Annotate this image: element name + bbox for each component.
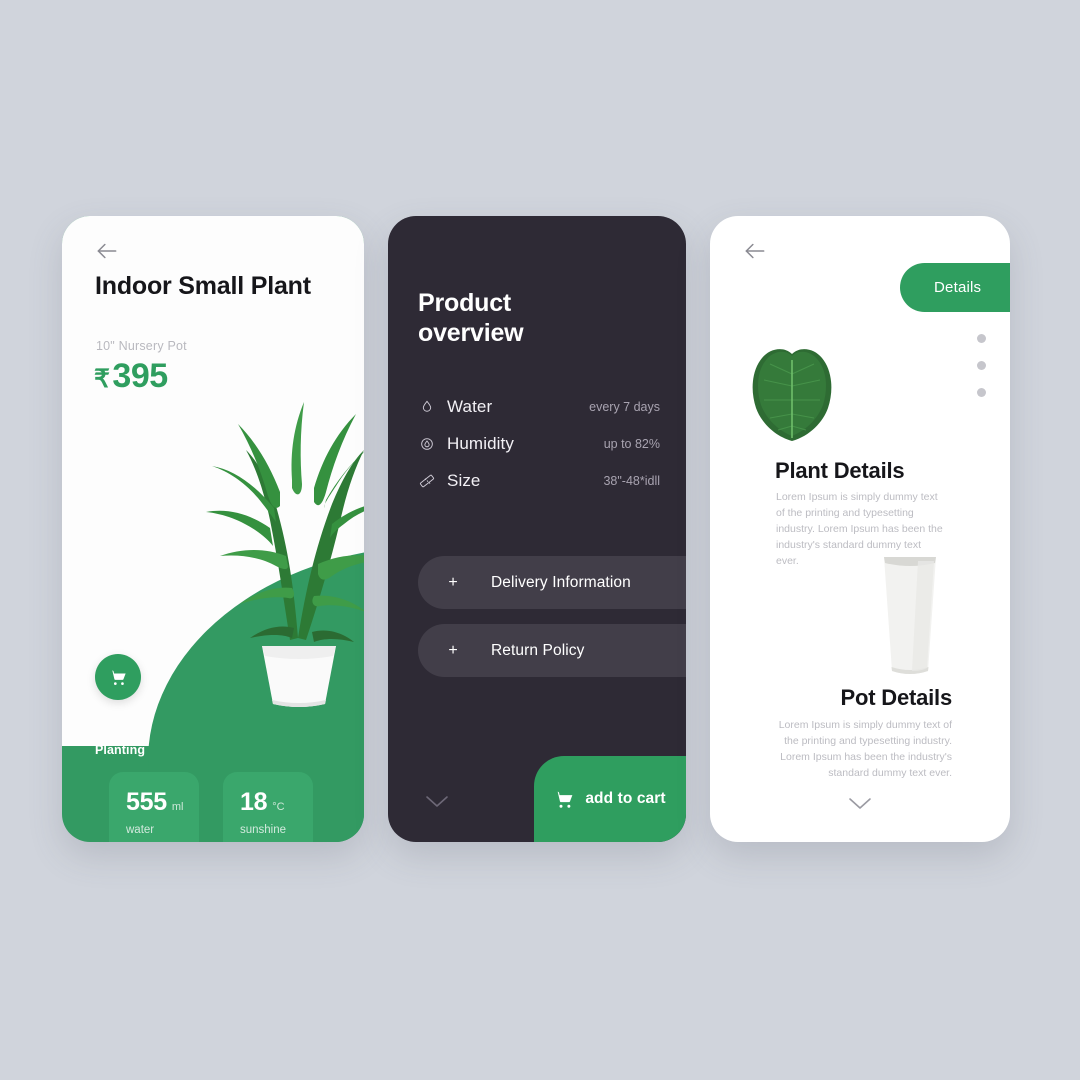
details-tab-label: Details bbox=[934, 279, 982, 296]
spec-value: 38"-48*idll bbox=[603, 473, 660, 488]
spec-row-humidity: Humidity up to 82% bbox=[417, 425, 660, 462]
spec-name: Size bbox=[447, 470, 481, 490]
product-title: Indoor Small Plant bbox=[95, 272, 311, 300]
stat-value-row: 18 °C bbox=[240, 788, 313, 817]
product-card: Indoor Small Plant 10" Nursery Pot ₹ 395 bbox=[62, 216, 364, 842]
currency-symbol: ₹ bbox=[94, 365, 110, 393]
add-to-cart-fab[interactable] bbox=[95, 654, 141, 700]
details-tab-button[interactable]: Details bbox=[900, 263, 1010, 312]
product-price: ₹ 395 bbox=[94, 357, 168, 396]
details-card: Details Plant Details Lorem Ipsum is sim… bbox=[710, 216, 1010, 842]
stat-value: 555 bbox=[126, 788, 167, 816]
humidity-icon bbox=[417, 434, 436, 453]
planting-stats: 555 ml water 18 °C sunshine bbox=[109, 772, 313, 842]
spec-value: up to 82% bbox=[603, 436, 660, 451]
plus-icon: + bbox=[448, 641, 458, 659]
pot-photo bbox=[884, 557, 936, 674]
leaf-photo bbox=[752, 349, 832, 441]
overview-card: Product overview Water every 7 days Humi… bbox=[388, 216, 686, 842]
water-drop-icon bbox=[417, 397, 436, 416]
stat-value-row: 555 ml bbox=[126, 788, 199, 817]
accordion-label: Delivery Information bbox=[491, 573, 631, 591]
pagination-dots[interactable] bbox=[977, 334, 986, 397]
spec-row-water: Water every 7 days bbox=[417, 388, 660, 425]
arrow-left-icon[interactable] bbox=[742, 238, 768, 264]
spec-list: Water every 7 days Humidity up to 82% Si… bbox=[417, 388, 660, 499]
overview-title: Product overview bbox=[418, 289, 524, 347]
add-to-cart-button[interactable]: add to cart bbox=[534, 756, 686, 842]
shopping-cart-icon bbox=[110, 669, 126, 685]
pot-details-body: Lorem Ipsum is simply dummy text of the … bbox=[778, 719, 952, 779]
chevron-down-icon[interactable] bbox=[423, 792, 451, 810]
mockup-canvas: Indoor Small Plant 10" Nursery Pot ₹ 395 bbox=[0, 0, 1080, 1080]
stat-value: 18 bbox=[240, 788, 268, 816]
pagination-dot[interactable] bbox=[977, 388, 986, 397]
price-value: 395 bbox=[112, 357, 168, 395]
stat-card-sunshine[interactable]: 18 °C sunshine bbox=[223, 772, 313, 842]
pagination-dot[interactable] bbox=[977, 334, 986, 343]
plant-details-heading: Plant Details bbox=[775, 458, 905, 483]
arrow-left-icon[interactable] bbox=[94, 238, 120, 264]
accordion-return-policy[interactable]: + Return Policy bbox=[418, 624, 686, 677]
chevron-down-icon[interactable] bbox=[845, 794, 875, 812]
stat-card-water[interactable]: 555 ml water bbox=[109, 772, 199, 842]
pagination-dot[interactable] bbox=[977, 361, 986, 370]
planting-section-label: Planting bbox=[95, 743, 146, 757]
pot-details-heading: Pot Details bbox=[840, 685, 953, 710]
ruler-icon bbox=[417, 471, 436, 490]
indoor-plant-photo bbox=[206, 402, 364, 707]
accordion-delivery-information[interactable]: + Delivery Information bbox=[418, 556, 686, 609]
shopping-cart-icon bbox=[556, 791, 573, 808]
spec-value: every 7 days bbox=[589, 399, 660, 414]
stat-unit: ml bbox=[171, 801, 184, 813]
product-subtitle: 10" Nursery Pot bbox=[96, 339, 187, 353]
accordion-label: Return Policy bbox=[491, 641, 585, 659]
spec-name: Humidity bbox=[447, 433, 514, 453]
stat-label: sunshine bbox=[240, 824, 287, 836]
stat-unit: °C bbox=[272, 801, 285, 813]
accordion-list: + Delivery Information + Return Policy bbox=[418, 556, 686, 692]
add-to-cart-label: add to cart bbox=[585, 790, 666, 807]
stat-label: water bbox=[126, 824, 155, 836]
spec-name: Water bbox=[447, 396, 493, 416]
plus-icon: + bbox=[448, 573, 458, 591]
spec-row-size: Size 38"-48*idll bbox=[417, 462, 660, 499]
